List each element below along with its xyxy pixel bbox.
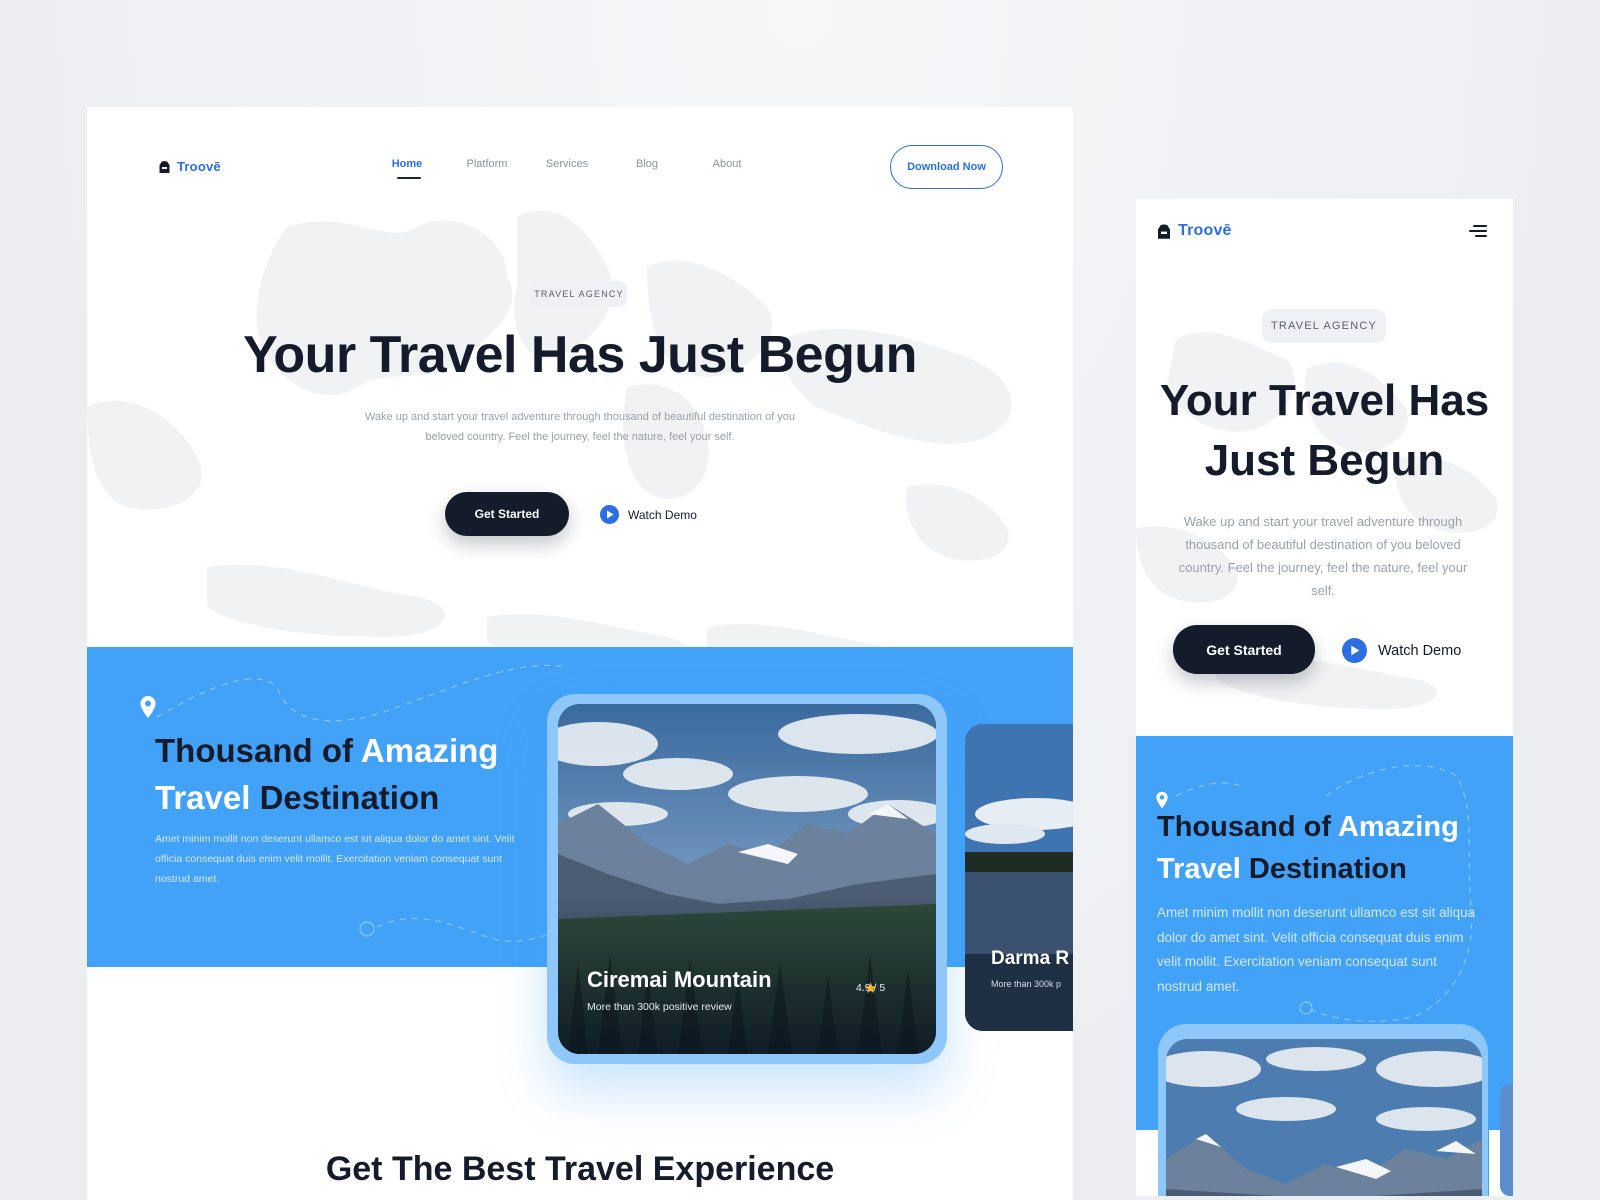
hero-subtitle: Wake up and start your travel adventure … bbox=[364, 411, 796, 443]
watch-demo-label: Watch Demo bbox=[1378, 642, 1462, 659]
watch-demo-button[interactable]: Watch Demo bbox=[1342, 638, 1461, 663]
nav-blog[interactable]: Blog bbox=[607, 158, 687, 170]
backpack-icon bbox=[159, 161, 170, 173]
desktop-preview: Troovē Home Platform Services Blog About… bbox=[87, 107, 1073, 1200]
section-bottom-fill bbox=[1136, 1130, 1158, 1196]
get-started-button[interactable]: Get Started bbox=[1173, 625, 1315, 674]
star-icon bbox=[865, 982, 877, 993]
card-review-count: More than 300k positive review bbox=[587, 1001, 732, 1013]
nav-platform[interactable]: Platform bbox=[447, 158, 527, 170]
destinations-description: Amet minim mollit non deserunt ullamco e… bbox=[1157, 905, 1476, 994]
card-rating: 4.9 / 5 bbox=[856, 982, 886, 994]
download-now-button[interactable]: Download Now bbox=[890, 145, 1003, 189]
mobile-preview: Troovē TRAVEL AGENCY Your Travel Has Just… bbox=[1136, 199, 1513, 1196]
nav-services[interactable]: Services bbox=[527, 158, 607, 170]
destination-card-partial[interactable]: Darma R More than 300k p bbox=[965, 724, 1073, 1031]
brand-logo[interactable]: Troovē bbox=[1157, 222, 1232, 240]
brand-name: Troovē bbox=[177, 159, 221, 174]
destinations-title: Thousand of Amazing Travel Destination bbox=[1157, 811, 1459, 885]
hero-title: Your Travel Has Just Begun bbox=[243, 326, 917, 384]
watch-demo-button[interactable]: Watch Demo bbox=[600, 505, 697, 524]
best-experience-title: Get The Best Travel Experience bbox=[325, 1150, 835, 1188]
watch-demo-label: Watch Demo bbox=[628, 507, 697, 522]
backpack-icon bbox=[1158, 224, 1170, 239]
brand-logo[interactable]: Troovē bbox=[159, 159, 221, 174]
nav-home[interactable]: Home bbox=[367, 158, 447, 179]
get-started-button[interactable]: Get Started bbox=[445, 492, 569, 536]
play-icon bbox=[600, 505, 619, 524]
nav-about[interactable]: About bbox=[687, 158, 767, 170]
destination-card[interactable]: Ciremai Mountain More than 300k positive… bbox=[558, 704, 936, 1054]
card-title: Ciremai Mountain bbox=[587, 967, 772, 992]
mountain-photo bbox=[1166, 1039, 1482, 1196]
hero-title: Your Travel Has Just Begun bbox=[1159, 376, 1490, 485]
hero-subtitle: Wake up and start your travel adventure … bbox=[1178, 514, 1468, 598]
destinations-description: Amet minim mollit non deserunt ullamco e… bbox=[155, 833, 515, 885]
travel-agency-badge: TRAVEL AGENCY bbox=[531, 281, 627, 307]
location-pin-icon bbox=[140, 696, 156, 718]
destinations-title: Thousand of Amazing Travel Destination bbox=[155, 732, 499, 816]
card-title-partial: Darma R bbox=[991, 948, 1070, 969]
menu-icon[interactable] bbox=[1469, 225, 1487, 237]
next-card-edge[interactable] bbox=[1500, 1084, 1513, 1196]
brand-name: Troovē bbox=[1178, 222, 1232, 239]
destination-card[interactable] bbox=[1166, 1039, 1482, 1196]
play-icon bbox=[1342, 638, 1367, 663]
card-review-partial: More than 300k p bbox=[991, 979, 1062, 989]
main-nav: Home Platform Services Blog About bbox=[367, 158, 767, 179]
travel-agency-badge: TRAVEL AGENCY bbox=[1262, 309, 1386, 343]
